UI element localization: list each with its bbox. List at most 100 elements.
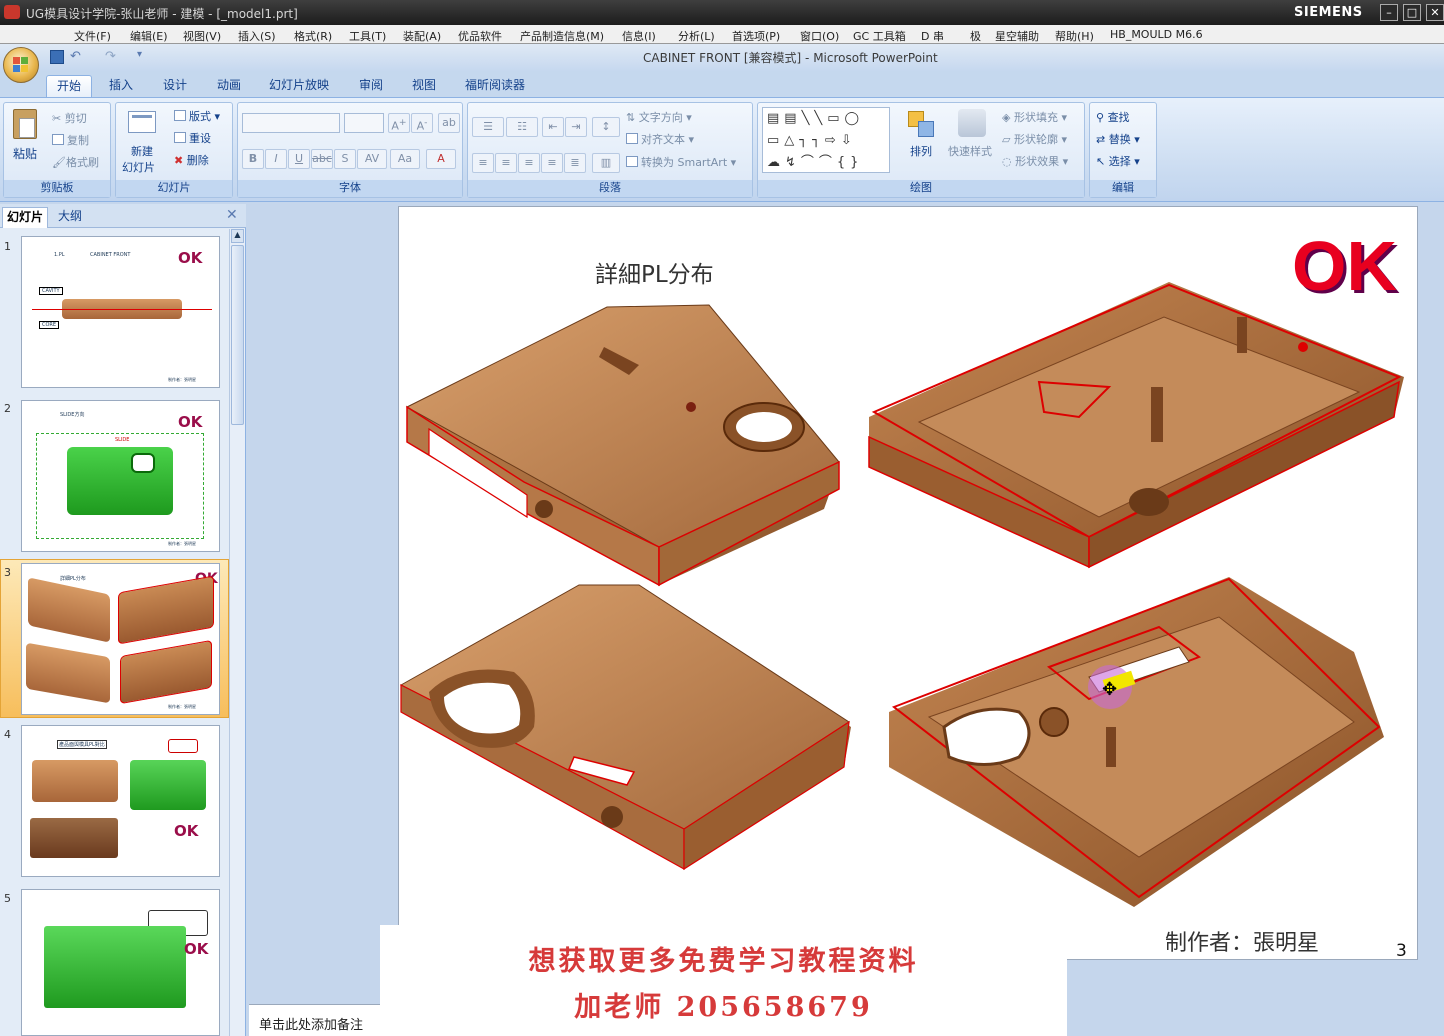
ug-menu-item[interactable]: 插入(S) xyxy=(238,28,276,43)
font-name-dropdown[interactable] xyxy=(242,113,340,133)
format-painter-button[interactable]: 🖌格式刷 xyxy=(52,154,99,170)
cut-button[interactable]: ✂ 剪切 xyxy=(52,110,87,126)
tab-home[interactable]: 开始 xyxy=(46,75,92,98)
office-button[interactable] xyxy=(3,47,39,83)
slide-thumb-1[interactable]: 1.PL CABINET FRONT OK CAVITY CORE 制作者：張明… xyxy=(21,236,220,388)
paste-icon[interactable] xyxy=(13,109,37,139)
ug-menu-item[interactable]: 编辑(E) xyxy=(130,28,168,43)
new-slide-label-1[interactable]: 新建 xyxy=(131,143,153,159)
reset-button[interactable]: 重设 xyxy=(174,130,211,146)
find-button[interactable]: ⚲ 查找 xyxy=(1096,109,1130,125)
notes-placeholder[interactable]: 单击此处添加备注 xyxy=(259,1014,363,1033)
tab-animations[interactable]: 动画 xyxy=(208,75,250,98)
align-center-icon[interactable]: ≡ xyxy=(495,153,517,173)
shrink-font-icon[interactable]: A- xyxy=(411,113,433,133)
slides-scrollbar[interactable]: ▲ xyxy=(229,229,245,1036)
tab-outline[interactable]: 大纲 xyxy=(54,207,86,228)
ug-menu-item[interactable]: HB_MOULD M6.6 xyxy=(1110,28,1203,41)
ug-menu-item[interactable]: 文件(F) xyxy=(74,28,111,43)
font-color-icon[interactable]: A xyxy=(426,149,456,169)
ug-menu-item[interactable]: 装配(A) xyxy=(403,28,441,43)
layout-button[interactable]: 版式 ▾ xyxy=(174,108,220,124)
undo-icon[interactable]: ↶ xyxy=(70,49,81,64)
ug-menu-item[interactable]: D 串 xyxy=(921,28,944,43)
quick-styles-label[interactable]: 快速样式 xyxy=(948,143,992,159)
char-spacing-icon[interactable]: AV xyxy=(357,149,387,169)
slide-thumb-5[interactable]: OK xyxy=(21,889,220,1036)
current-slide[interactable]: 詳細PL分布 OK ✥ 制作者：張明星 3 xyxy=(398,206,1418,961)
ug-menu-item[interactable]: 分析(L) xyxy=(678,28,715,43)
tab-design[interactable]: 设计 xyxy=(154,75,196,98)
ug-menu-item[interactable]: 窗口(O) xyxy=(800,28,839,43)
align-left-icon[interactable]: ≡ xyxy=(472,153,494,173)
ug-menu-item[interactable]: 帮助(H) xyxy=(1055,28,1094,43)
bullets-icon[interactable]: ☰ xyxy=(472,117,504,137)
scroll-up-icon[interactable]: ▲ xyxy=(231,229,244,243)
numbering-icon[interactable]: ☷ xyxy=(506,117,538,137)
select-button[interactable]: ↖ 选择 ▾ xyxy=(1096,153,1140,169)
arrange-label[interactable]: 排列 xyxy=(910,143,932,159)
ug-menu-item[interactable]: 工具(T) xyxy=(349,28,386,43)
shape-fill-button[interactable]: ◈ 形状填充 ▾ xyxy=(1002,109,1067,125)
arrange-icon[interactable] xyxy=(908,111,936,139)
delete-button[interactable]: ✖ 删除 xyxy=(174,152,209,168)
notes-pane[interactable]: 单击此处添加备注 xyxy=(249,1004,399,1036)
copy-button[interactable]: 复制 xyxy=(52,132,89,148)
ug-menu-item[interactable]: 视图(V) xyxy=(183,28,221,43)
strikethrough-icon[interactable]: abc xyxy=(311,149,333,169)
shapes-gallery[interactable]: ▤▤╲╲▭◯ ▭△┐┐⇨⇩ ☁↯⌒⌒{} xyxy=(762,107,890,173)
maximize-icon[interactable]: □ xyxy=(1403,4,1421,21)
text-direction-button[interactable]: ⇅ 文字方向 ▾ xyxy=(626,109,692,125)
save-icon[interactable] xyxy=(50,50,64,64)
ug-menu-item[interactable]: 产品制造信息(M) xyxy=(520,28,604,43)
distribute-icon[interactable]: ≣ xyxy=(564,153,586,173)
qat-customize-icon[interactable]: ▾ xyxy=(137,49,142,60)
housing-cavity-view xyxy=(868,282,1404,569)
new-slide-icon[interactable] xyxy=(128,111,156,133)
clipboard-label: 剪贴板 xyxy=(4,180,110,197)
shape-effects-button[interactable]: ◌ 形状效果 ▾ xyxy=(1002,153,1068,169)
tab-slides[interactable]: 幻灯片 xyxy=(2,207,49,228)
clear-format-icon[interactable]: ab xyxy=(438,113,460,133)
columns-icon[interactable]: ▥ xyxy=(592,153,620,173)
ug-menu-item[interactable]: 格式(R) xyxy=(294,28,332,43)
shadow-icon[interactable]: S xyxy=(334,149,356,169)
increase-indent-icon[interactable]: ⇥ xyxy=(565,117,587,137)
decrease-indent-icon[interactable]: ⇤ xyxy=(542,117,564,137)
slide-thumb-3[interactable]: 詳細PL分布 OK 制作者：張明星 xyxy=(21,563,220,715)
paste-button[interactable]: 粘贴 xyxy=(13,145,37,162)
new-slide-label-2[interactable]: 幻灯片 xyxy=(122,159,155,175)
underline-icon[interactable]: U xyxy=(288,149,310,169)
smartart-button[interactable]: 转换为 SmartArt ▾ xyxy=(626,154,736,170)
replace-button[interactable]: ⇄ 替换 ▾ xyxy=(1096,131,1140,147)
tab-foxit-reader[interactable]: 福昕阅读器 xyxy=(458,75,532,98)
italic-icon[interactable]: I xyxy=(265,149,287,169)
change-case-icon[interactable]: Aa xyxy=(390,149,420,169)
font-size-dropdown[interactable] xyxy=(344,113,384,133)
slide-thumb-2[interactable]: SLIDE方向 OK SLIDE 制作者：張明星 xyxy=(21,400,220,552)
align-text-button[interactable]: 对齐文本 ▾ xyxy=(626,131,694,147)
close-pane-icon[interactable]: ✕ xyxy=(226,207,238,223)
line-spacing-icon[interactable]: ↕ xyxy=(592,117,620,137)
grow-font-icon[interactable]: A+ xyxy=(388,113,410,133)
ug-menu-item[interactable]: GC 工具箱 xyxy=(853,28,906,43)
tab-insert[interactable]: 插入 xyxy=(100,75,142,98)
justify-icon[interactable]: ≡ xyxy=(541,153,563,173)
tab-review[interactable]: 审阅 xyxy=(350,75,392,98)
close-icon[interactable]: ✕ xyxy=(1426,4,1444,21)
ug-menu-item[interactable]: 信息(I) xyxy=(622,28,656,43)
align-right-icon[interactable]: ≡ xyxy=(518,153,540,173)
scroll-thumb[interactable] xyxy=(231,245,244,425)
ug-menu-item[interactable]: 首选项(P) xyxy=(732,28,780,43)
ug-menu-item[interactable]: 星空辅助 xyxy=(995,28,1039,43)
tab-slideshow[interactable]: 幻灯片放映 xyxy=(262,75,336,98)
minimize-icon[interactable]: – xyxy=(1380,4,1398,21)
slide-thumb-4[interactable]: 產品面與模具PL對比 OK xyxy=(21,725,220,877)
ug-menu-item[interactable]: 极 xyxy=(970,28,981,43)
shape-outline-button[interactable]: ▱ 形状轮廓 ▾ xyxy=(1002,131,1067,147)
redo-icon[interactable]: ↷ xyxy=(105,49,116,64)
ug-menu-item[interactable]: 优品软件 xyxy=(458,28,502,43)
quick-styles-icon[interactable] xyxy=(958,109,986,137)
bold-icon[interactable]: B xyxy=(242,149,264,169)
tab-view[interactable]: 视图 xyxy=(403,75,445,98)
